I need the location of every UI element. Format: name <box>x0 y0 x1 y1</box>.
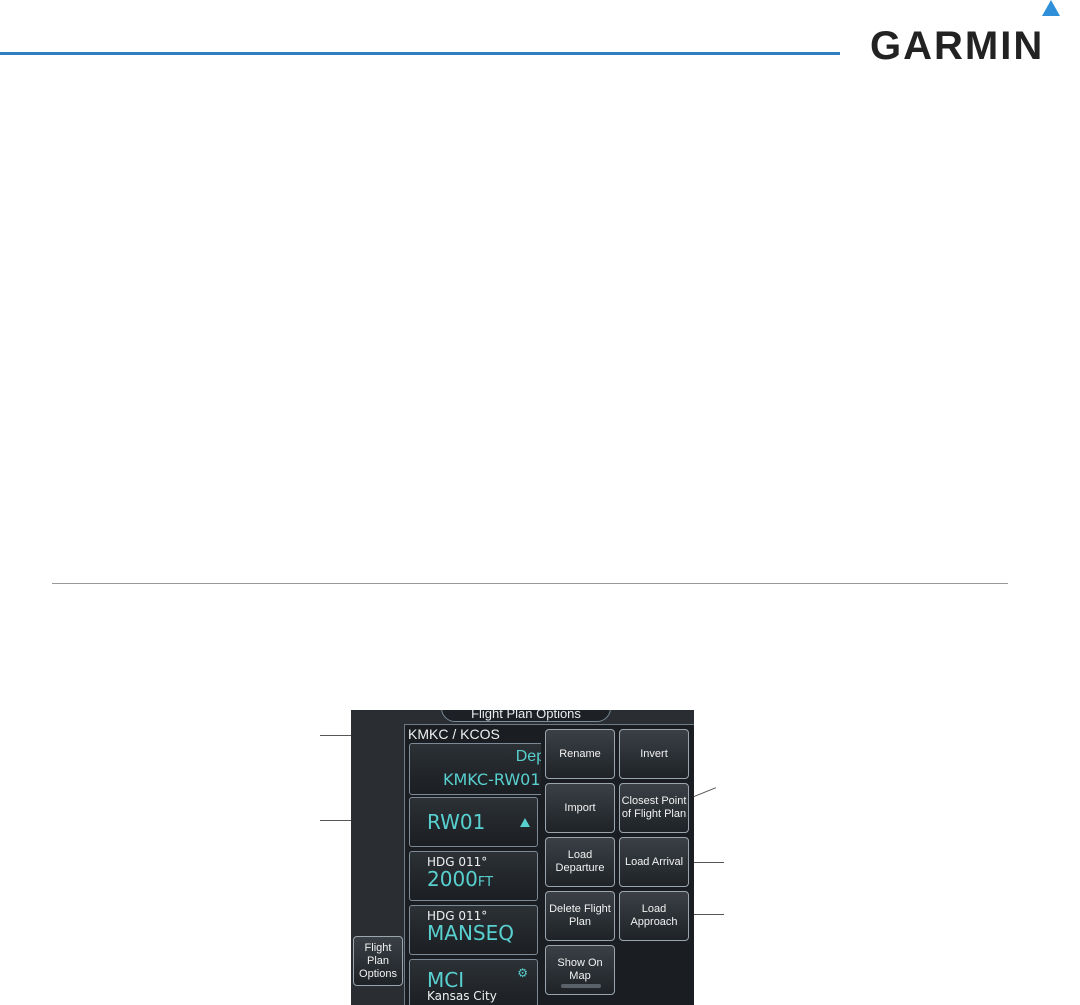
logo-triangle-icon <box>1042 0 1060 16</box>
waypoint-city: Kansas City <box>427 989 497 1003</box>
flight-plan-panel: KMKC / KCOS Depa KMKC-RW01 RW01 HDG 011°… <box>404 724 551 1005</box>
options-button-grid: Rename Invert Import Closest Point of Fl… <box>541 724 694 1005</box>
waypoint-row-manseq[interactable]: HDG 011° MANSEQ <box>409 905 538 955</box>
route-title: KMKC / KCOS <box>408 726 500 742</box>
garmin-logo: GARMIN <box>870 0 1080 68</box>
map-toggle-indicator <box>561 984 601 988</box>
up-triangle-icon <box>520 818 530 827</box>
delete-flight-plan-button[interactable]: Delete Flight Plan <box>545 891 615 941</box>
load-departure-button[interactable]: Load Departure <box>545 837 615 887</box>
section-divider <box>52 583 1008 584</box>
waypoint-name: MANSEQ <box>427 921 514 945</box>
waypoint-row-rw01[interactable]: RW01 <box>409 797 538 847</box>
load-approach-button[interactable]: Load Approach <box>619 891 689 941</box>
departure-row[interactable]: Depa KMKC-RW01 <box>409 743 551 795</box>
load-arrival-button[interactable]: Load Arrival <box>619 837 689 887</box>
waypoint-row-altitude[interactable]: HDG 011° 2000FT <box>409 851 538 901</box>
closest-point-button[interactable]: Closest Point of Flight Plan <box>619 783 689 833</box>
departure-value: KMKC-RW01 <box>443 770 541 789</box>
gear-icon: ⚙ <box>517 966 528 980</box>
waypoint-name: RW01 <box>427 810 486 834</box>
flight-plan-options-button[interactable]: Flight Plan Options <box>353 936 403 986</box>
import-button[interactable]: Import <box>545 783 615 833</box>
invert-button[interactable]: Invert <box>619 729 689 779</box>
waypoint-altitude: 2000 <box>427 867 478 891</box>
header-rule <box>0 52 840 55</box>
show-on-map-button[interactable]: Show On Map <box>545 945 615 995</box>
show-on-map-label: Show On Map <box>557 957 603 982</box>
tab-flight-plan-options: Flight Plan Options <box>441 710 611 722</box>
logo-text: GARMIN <box>870 24 1045 68</box>
flight-plan-options-screen: KMKC / KCOS Depa KMKC-RW01 RW01 HDG 011°… <box>351 710 694 1005</box>
waypoint-row-mci[interactable]: MCI Kansas City ⚙ <box>409 959 538 1005</box>
altitude-unit: FT <box>477 875 494 890</box>
rename-button[interactable]: Rename <box>545 729 615 779</box>
